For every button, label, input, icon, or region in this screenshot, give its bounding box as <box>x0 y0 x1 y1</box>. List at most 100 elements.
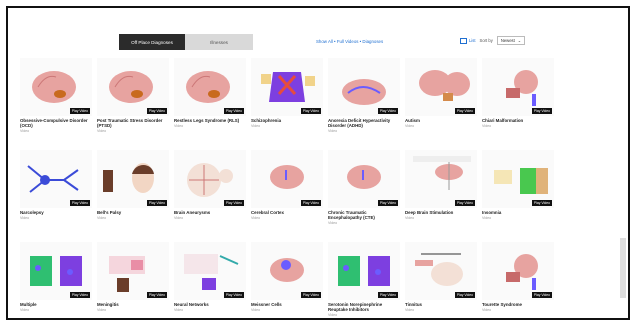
video-title[interactable]: Deep Brain Stimulation Video <box>405 210 477 221</box>
video-title[interactable]: Tourette Syndrome Video <box>482 302 554 313</box>
video-thumbnail[interactable]: Play Video <box>328 58 400 116</box>
play-badge: Play Video <box>223 108 244 114</box>
play-badge: Play Video <box>69 200 90 206</box>
video-title[interactable]: Restless Legs Syndrome (RLS) Video <box>174 118 246 129</box>
video-card[interactable]: Play Video Multiple Video <box>20 242 92 318</box>
video-thumbnail[interactable]: Play Video <box>20 150 92 208</box>
video-title[interactable]: Obsessive-Compulsive Disorder (OCD) Video <box>20 118 92 135</box>
video-card[interactable]: Play Video Tourette Syndrome Video <box>482 242 554 318</box>
play-badge: Play Video <box>454 292 475 298</box>
video-meta: Video <box>20 308 30 313</box>
video-thumbnail[interactable]: Play Video <box>97 242 169 300</box>
video-card[interactable]: Play Video Deep Brain Stimulation Video <box>405 150 477 230</box>
play-badge: Play Video <box>300 292 321 298</box>
video-title[interactable]: Chronic Traumatic Encephalopathy (CTE) Vi… <box>328 210 400 227</box>
play-badge: Play Video <box>69 292 90 298</box>
video-thumbnail[interactable]: Play Video <box>251 242 323 300</box>
video-title[interactable]: Neural Networks Video <box>174 302 246 313</box>
video-card[interactable]: Play Video Insomnia Video <box>482 150 554 230</box>
sort-select[interactable]: Newest ⌄ <box>496 36 526 45</box>
video-thumbnail[interactable]: Play Video <box>405 150 477 208</box>
video-title[interactable]: Brain Aneurysms Video <box>174 210 246 221</box>
video-title[interactable]: Multiple Video <box>20 302 92 313</box>
video-meta: Video <box>174 216 184 221</box>
play-badge: Play Video <box>300 108 321 114</box>
video-card[interactable]: Play Video Cerebral Cortex Video <box>251 150 323 230</box>
video-card[interactable]: Play Video Neural Networks Video <box>174 242 246 318</box>
video-card[interactable]: Play Video Narcolepsy Video <box>20 150 92 230</box>
video-title[interactable]: Anorexia Deficit Hyperactivity Disorder … <box>328 118 400 135</box>
video-thumbnail[interactable]: Play Video <box>251 58 323 116</box>
video-meta: Video <box>482 308 492 313</box>
video-thumbnail[interactable]: Play Video <box>482 58 554 116</box>
video-meta: Video <box>405 308 415 313</box>
video-title[interactable]: Chiari Malformation Video <box>482 118 554 129</box>
play-badge: Play Video <box>223 200 244 206</box>
video-meta: Video <box>97 308 107 313</box>
list-view-label: List <box>469 38 476 43</box>
sort-label: Sort by <box>479 38 493 43</box>
video-meta: Video <box>174 308 184 313</box>
video-meta: Video <box>328 313 338 318</box>
chevron-down-icon: ⌄ <box>517 38 522 43</box>
play-badge: Play Video <box>223 292 244 298</box>
video-thumbnail[interactable]: Play Video <box>328 150 400 208</box>
play-badge: Play Video <box>377 108 398 114</box>
video-card[interactable]: Play Video Autism Video <box>405 58 477 138</box>
filter-links[interactable]: Show All • Full Videos • Diagnoses <box>316 39 383 44</box>
tab-switch: Off Place Diagnoses Illnesses <box>119 34 253 50</box>
video-card[interactable]: Play Video Anorexia Deficit Hyperactivity… <box>328 58 400 138</box>
video-meta: Video <box>97 216 107 221</box>
video-title[interactable]: Meissner Cells Video <box>251 302 323 313</box>
video-thumbnail[interactable]: Play Video <box>251 150 323 208</box>
list-view-button[interactable]: List <box>460 37 476 44</box>
video-title[interactable]: Post Traumatic Stress Disorder (PTSD) Vid… <box>97 118 169 135</box>
video-title[interactable]: Tinnitus Video <box>405 302 477 313</box>
video-meta: Video <box>482 124 492 129</box>
video-title[interactable]: Autism Video <box>405 118 477 129</box>
video-meta: Video <box>20 129 30 134</box>
video-title[interactable]: Schizophrenia Video <box>251 118 323 129</box>
video-thumbnail[interactable]: Play Video <box>20 242 92 300</box>
video-thumbnail[interactable]: Play Video <box>328 242 400 300</box>
video-thumbnail[interactable]: Play Video <box>405 58 477 116</box>
video-thumbnail[interactable]: Play Video <box>97 150 169 208</box>
video-thumbnail[interactable]: Play Video <box>20 58 92 116</box>
video-card[interactable]: Play Video Obsessive-Compulsive Disorder … <box>20 58 92 138</box>
video-title[interactable]: Meningitis Video <box>97 302 169 313</box>
video-title[interactable]: Narcolepsy Video <box>20 210 92 221</box>
video-card[interactable]: Play Video Schizophrenia Video <box>251 58 323 138</box>
video-meta: Video <box>328 221 338 226</box>
video-meta: Video <box>20 216 30 221</box>
video-card[interactable]: Play Video Meissner Cells Video <box>251 242 323 318</box>
video-title[interactable]: Serotonin Norepinephrine Reuptake Inhibi… <box>328 302 400 318</box>
video-card[interactable]: Play Video Bell's Palsy Video <box>97 150 169 230</box>
video-meta: Video <box>482 216 492 221</box>
sort-value: Newest <box>500 38 515 43</box>
video-thumbnail[interactable]: Play Video <box>405 242 477 300</box>
video-title[interactable]: Insomnia Video <box>482 210 554 221</box>
video-thumbnail[interactable]: Play Video <box>482 242 554 300</box>
video-card[interactable]: Play Video Meningitis Video <box>97 242 169 318</box>
play-badge: Play Video <box>377 292 398 298</box>
video-thumbnail[interactable]: Play Video <box>174 242 246 300</box>
tab-illnesses[interactable]: Illnesses <box>185 34 253 50</box>
video-card[interactable]: Play Video Serotonin Norepinephrine Reupt… <box>328 242 400 318</box>
video-thumbnail[interactable]: Play Video <box>97 58 169 116</box>
video-title[interactable]: Bell's Palsy Video <box>97 210 169 221</box>
play-badge: Play Video <box>531 200 552 206</box>
video-thumbnail[interactable]: Play Video <box>174 58 246 116</box>
video-card[interactable]: Play Video Chronic Traumatic Encephalopat… <box>328 150 400 230</box>
video-card[interactable]: Play Video Restless Legs Syndrome (RLS) Vi… <box>174 58 246 138</box>
tab-diagnoses[interactable]: Off Place Diagnoses <box>119 34 185 50</box>
video-card[interactable]: Play Video Brain Aneurysms Video <box>174 150 246 230</box>
video-title[interactable]: Cerebral Cortex Video <box>251 210 323 221</box>
scrollbar[interactable] <box>620 238 626 298</box>
video-thumbnail[interactable]: Play Video <box>482 150 554 208</box>
video-card[interactable]: Play Video Chiari Malformation Video <box>482 58 554 138</box>
video-thumbnail[interactable]: Play Video <box>174 150 246 208</box>
video-card[interactable]: Play Video Tinnitus Video <box>405 242 477 318</box>
video-card[interactable]: Play Video Post Traumatic Stress Disorder… <box>97 58 169 138</box>
video-meta: Video <box>251 124 261 129</box>
video-meta: Video <box>328 129 338 134</box>
